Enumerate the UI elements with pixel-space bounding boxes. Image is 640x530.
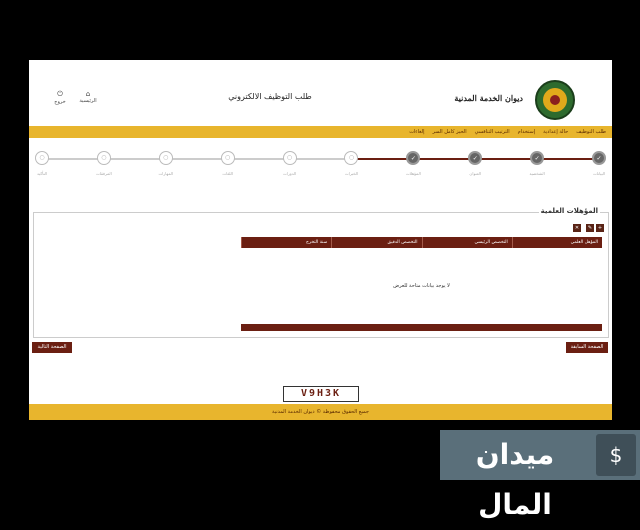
step-8[interactable]: ○ [158, 151, 173, 165]
org-name: ديوان الخدمة المدنية [454, 93, 523, 103]
logout-label: خروج [54, 99, 66, 105]
step-label: الخبرات [344, 171, 359, 176]
menu-item-application[interactable]: طلب التوظيف [576, 129, 606, 135]
menu-item-ranking[interactable]: الترتيب التنافسي [475, 129, 510, 135]
menu-item-cancellations[interactable]: إلغاءات [409, 129, 424, 135]
step-2[interactable]: ✓ [530, 151, 545, 165]
step-10[interactable]: ○ [35, 151, 49, 165]
progress-line [475, 158, 538, 160]
header: ديوان الخدمة المدنية طلب التوظيف الالكتر… [29, 60, 612, 126]
step-label: العنوان [469, 171, 482, 176]
logout-link[interactable]: ⏻ خروج [45, 90, 75, 105]
progress-line [103, 158, 166, 160]
footer: جميع الحقوق محفوظة © ديوان الخدمة المدني… [29, 404, 612, 420]
column-graduation-year[interactable]: سنة التخرج [241, 237, 331, 248]
column-major[interactable]: التخصص الرئيسي [421, 237, 512, 248]
step-1[interactable]: ✓ [592, 151, 606, 165]
circle-icon: ○ [348, 154, 355, 161]
page: ديوان الخدمة المدنية طلب التوظيف الالكتر… [29, 60, 612, 420]
progress-line [42, 158, 104, 160]
edit-icon[interactable]: ✎ [586, 224, 594, 232]
step-label: التأكيد [37, 171, 47, 176]
step-label: اللغات [222, 171, 233, 176]
dollar-icon: $ [609, 443, 623, 467]
circle-icon: ○ [286, 154, 293, 161]
circle-icon: ○ [39, 154, 45, 161]
power-icon: ⏻ [57, 90, 63, 98]
next-page-button[interactable]: الصفحة التالية [32, 342, 72, 353]
menu-item-status[interactable]: حالة إعدادية [543, 129, 568, 135]
progress-line [351, 158, 414, 160]
menu-item-password[interactable]: الحيز كامل السر [433, 129, 467, 135]
home-label: الرئيسية [79, 98, 97, 104]
check-icon: ✓ [534, 155, 540, 162]
add-icon[interactable]: + [596, 224, 604, 232]
menu-item-usage[interactable]: إستخدام [518, 129, 535, 135]
step-6[interactable]: ○ [282, 151, 297, 165]
step-label: المرفقات [95, 171, 112, 176]
progress-line [289, 158, 352, 160]
step-3[interactable]: ✓ [468, 151, 483, 165]
column-specialization[interactable]: التخصص الدقيق [331, 237, 421, 248]
check-icon: ✓ [472, 155, 478, 162]
step-5[interactable]: ○ [344, 151, 359, 165]
progress-line [413, 158, 476, 160]
empty-table-message: لا يوجد بيانات متاحة للعرض [393, 283, 450, 289]
check-icon: ✓ [596, 155, 602, 162]
delete-icon[interactable]: ✕ [573, 224, 581, 232]
step-9[interactable]: ○ [96, 151, 111, 165]
page-title: طلب التوظيف الالكتروني [228, 92, 312, 101]
qualifications-section: المؤهلات العلمية + ✎ ✕ المؤهل العلمي الت… [33, 207, 609, 338]
step-label: المؤهلات [405, 171, 421, 176]
home-icon: ⌂ [85, 90, 91, 98]
progress-line [165, 158, 228, 160]
circle-icon: ○ [101, 154, 107, 161]
table-footer [241, 324, 602, 331]
section-title: المؤهلات العلمية [538, 207, 600, 215]
step-7[interactable]: ○ [220, 151, 235, 165]
step-label: البيانات [592, 171, 606, 176]
step-label: المهارات [158, 171, 174, 176]
home-link[interactable]: ⌂ الرئيسية [73, 90, 103, 104]
captcha-image: V9H3K [283, 386, 359, 402]
money-logo-icon: $ [596, 434, 636, 476]
column-qualification[interactable]: المؤهل العلمي [511, 237, 602, 248]
table-header: المؤهل العلمي التخصص الرئيسي التخصص الدق… [241, 237, 602, 248]
prev-page-button[interactable]: الصفحة السابقة [566, 342, 608, 353]
step-4[interactable]: ✓ [406, 151, 421, 165]
circle-icon: ○ [163, 154, 169, 161]
step-label: الدورات [282, 171, 297, 176]
government-seal-logo [535, 80, 575, 120]
progress-line [537, 158, 599, 160]
watermark-banner: ميدان المال $ [440, 430, 640, 521]
check-icon: ✓ [410, 155, 416, 162]
progress-line [227, 158, 290, 160]
progress-steps: ✓ البيانات ✓ الشخصية ✓ العنوان ✓ المؤهلات ○ الخبر… [29, 146, 612, 190]
watermark-text: ميدان المال [475, 438, 555, 521]
circle-icon: ○ [225, 154, 231, 161]
step-label: الشخصية [529, 171, 545, 176]
main-menu: طلب التوظيف حالة إعدادية إستخدام الترتيب… [29, 126, 612, 138]
